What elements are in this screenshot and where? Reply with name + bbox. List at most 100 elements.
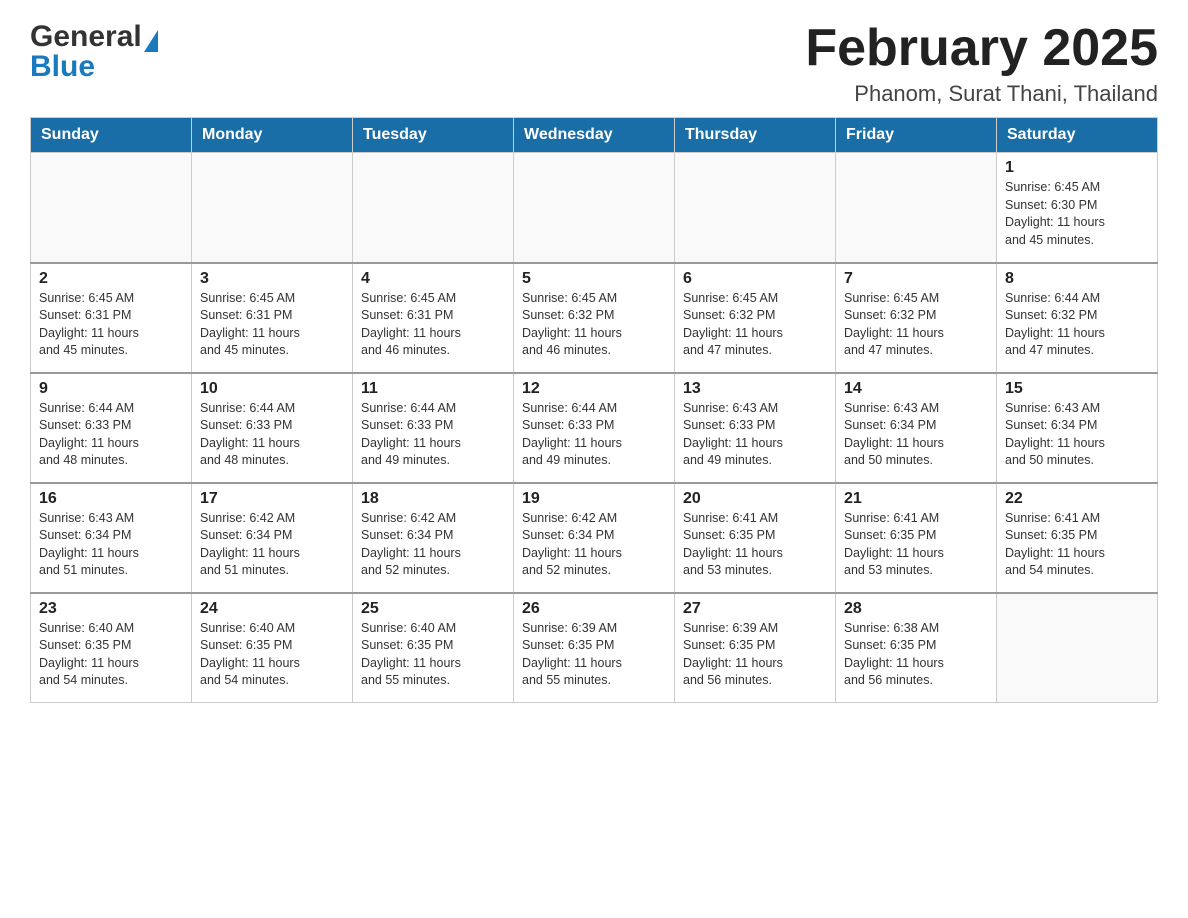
day-number: 21: [844, 490, 988, 508]
calendar-cell: 21 Sunrise: 6:41 AM Sunset: 6:35 PM Dayli…: [836, 483, 997, 593]
calendar-cell: 9 Sunrise: 6:44 AM Sunset: 6:33 PM Daylig…: [31, 373, 192, 483]
calendar-cell: 6 Sunrise: 6:45 AM Sunset: 6:32 PM Daylig…: [675, 263, 836, 373]
calendar-cell: 5Sunrise: 6:45 AM Sunset: 6:32 PM Daylig…: [514, 263, 675, 373]
calendar-cell: 28 Sunrise: 6:38 AM Sunset: 6:35 PM Dayli…: [836, 593, 997, 703]
col-friday: Friday: [836, 118, 997, 153]
day-number: 8: [1005, 270, 1149, 288]
day-info: Sunrise: 6:42 AM Sunset: 6:34 PM Dayligh…: [361, 510, 505, 580]
calendar-cell: 14Sunrise: 6:43 AM Sunset: 6:34 PM Dayli…: [836, 373, 997, 483]
calendar-cell: 11 Sunrise: 6:44 AM Sunset: 6:33 PM Dayli…: [353, 373, 514, 483]
calendar-header-row: Sunday Monday Tuesday Wednesday Thursday…: [31, 118, 1158, 153]
calendar-cell: 18 Sunrise: 6:42 AM Sunset: 6:34 PM Dayli…: [353, 483, 514, 593]
day-number: 20: [683, 490, 827, 508]
calendar-cell: [675, 153, 836, 263]
day-info: Sunrise: 6:43 AM Sunset: 6:34 PM Dayligh…: [1005, 400, 1149, 470]
day-number: 4: [361, 270, 505, 288]
day-number: 2: [39, 270, 183, 288]
day-info: Sunrise: 6:42 AM Sunset: 6:34 PM Dayligh…: [200, 510, 344, 580]
day-info: Sunrise: 6:45 AM Sunset: 6:31 PM Dayligh…: [361, 290, 505, 360]
day-number: 5: [522, 270, 666, 288]
col-thursday: Thursday: [675, 118, 836, 153]
col-saturday: Saturday: [997, 118, 1158, 153]
day-number: 7: [844, 270, 988, 288]
calendar-cell: 10 Sunrise: 6:44 AM Sunset: 6:33 PM Dayli…: [192, 373, 353, 483]
day-number: 24: [200, 600, 344, 618]
week-row-2: 2 Sunrise: 6:45 AM Sunset: 6:31 PM Daylig…: [31, 263, 1158, 373]
calendar-cell: 24 Sunrise: 6:40 AM Sunset: 6:35 PM Dayli…: [192, 593, 353, 703]
day-info: Sunrise: 6:43 AM Sunset: 6:34 PM Dayligh…: [844, 400, 988, 470]
day-info: Sunrise: 6:45 AM Sunset: 6:31 PM Dayligh…: [39, 290, 183, 360]
day-number: 11: [361, 380, 505, 398]
day-number: 28: [844, 600, 988, 618]
calendar-cell: 8 Sunrise: 6:44 AM Sunset: 6:32 PM Daylig…: [997, 263, 1158, 373]
day-number: 18: [361, 490, 505, 508]
week-row-4: 16Sunrise: 6:43 AM Sunset: 6:34 PM Dayli…: [31, 483, 1158, 593]
day-info: Sunrise: 6:44 AM Sunset: 6:33 PM Dayligh…: [522, 400, 666, 470]
week-row-5: 23 Sunrise: 6:40 AM Sunset: 6:35 PM Dayli…: [31, 593, 1158, 703]
day-info: Sunrise: 6:43 AM Sunset: 6:33 PM Dayligh…: [683, 400, 827, 470]
location-subtitle: Phanom, Surat Thani, Thailand: [805, 81, 1158, 107]
day-number: 26: [522, 600, 666, 618]
day-info: Sunrise: 6:39 AM Sunset: 6:35 PM Dayligh…: [683, 620, 827, 690]
calendar-cell: [31, 153, 192, 263]
day-number: 27: [683, 600, 827, 618]
calendar-cell: 1Sunrise: 6:45 AM Sunset: 6:30 PM Daylig…: [997, 153, 1158, 263]
calendar-cell: 19 Sunrise: 6:42 AM Sunset: 6:34 PM Dayli…: [514, 483, 675, 593]
day-info: Sunrise: 6:40 AM Sunset: 6:35 PM Dayligh…: [200, 620, 344, 690]
calendar-cell: 13 Sunrise: 6:43 AM Sunset: 6:33 PM Dayli…: [675, 373, 836, 483]
day-info: Sunrise: 6:41 AM Sunset: 6:35 PM Dayligh…: [1005, 510, 1149, 580]
day-info: Sunrise: 6:40 AM Sunset: 6:35 PM Dayligh…: [39, 620, 183, 690]
day-number: 13: [683, 380, 827, 398]
col-monday: Monday: [192, 118, 353, 153]
day-info: Sunrise: 6:44 AM Sunset: 6:33 PM Dayligh…: [361, 400, 505, 470]
day-info: Sunrise: 6:45 AM Sunset: 6:32 PM Dayligh…: [683, 290, 827, 360]
calendar-cell: [514, 153, 675, 263]
calendar-table: Sunday Monday Tuesday Wednesday Thursday…: [30, 117, 1158, 703]
calendar-cell: 2 Sunrise: 6:45 AM Sunset: 6:31 PM Daylig…: [31, 263, 192, 373]
day-info: Sunrise: 6:44 AM Sunset: 6:33 PM Dayligh…: [200, 400, 344, 470]
col-wednesday: Wednesday: [514, 118, 675, 153]
day-number: 15: [1005, 380, 1149, 398]
calendar-cell: 27 Sunrise: 6:39 AM Sunset: 6:35 PM Dayli…: [675, 593, 836, 703]
title-block: February 2025 Phanom, Surat Thani, Thail…: [805, 20, 1158, 107]
calendar-cell: 7Sunrise: 6:45 AM Sunset: 6:32 PM Daylig…: [836, 263, 997, 373]
logo-blue-text: Blue: [30, 50, 95, 84]
day-number: 23: [39, 600, 183, 618]
day-info: Sunrise: 6:41 AM Sunset: 6:35 PM Dayligh…: [844, 510, 988, 580]
day-number: 6: [683, 270, 827, 288]
day-info: Sunrise: 6:39 AM Sunset: 6:35 PM Dayligh…: [522, 620, 666, 690]
day-info: Sunrise: 6:45 AM Sunset: 6:31 PM Dayligh…: [200, 290, 344, 360]
day-info: Sunrise: 6:42 AM Sunset: 6:34 PM Dayligh…: [522, 510, 666, 580]
calendar-cell: [997, 593, 1158, 703]
day-number: 22: [1005, 490, 1149, 508]
logo: General Blue: [30, 20, 158, 84]
day-info: Sunrise: 6:41 AM Sunset: 6:35 PM Dayligh…: [683, 510, 827, 580]
day-number: 17: [200, 490, 344, 508]
logo-general-text: General: [30, 20, 142, 54]
day-number: 12: [522, 380, 666, 398]
calendar-cell: [353, 153, 514, 263]
calendar-cell: [836, 153, 997, 263]
calendar-cell: 17 Sunrise: 6:42 AM Sunset: 6:34 PM Dayli…: [192, 483, 353, 593]
day-number: 10: [200, 380, 344, 398]
month-title: February 2025: [805, 20, 1158, 77]
calendar-cell: 4 Sunrise: 6:45 AM Sunset: 6:31 PM Daylig…: [353, 263, 514, 373]
day-number: 16: [39, 490, 183, 508]
calendar-cell: 26 Sunrise: 6:39 AM Sunset: 6:35 PM Dayli…: [514, 593, 675, 703]
day-info: Sunrise: 6:44 AM Sunset: 6:32 PM Dayligh…: [1005, 290, 1149, 360]
day-info: Sunrise: 6:44 AM Sunset: 6:33 PM Dayligh…: [39, 400, 183, 470]
week-row-3: 9 Sunrise: 6:44 AM Sunset: 6:33 PM Daylig…: [31, 373, 1158, 483]
day-number: 1: [1005, 159, 1149, 177]
day-number: 9: [39, 380, 183, 398]
day-number: 19: [522, 490, 666, 508]
col-sunday: Sunday: [31, 118, 192, 153]
day-info: Sunrise: 6:38 AM Sunset: 6:35 PM Dayligh…: [844, 620, 988, 690]
day-info: Sunrise: 6:40 AM Sunset: 6:35 PM Dayligh…: [361, 620, 505, 690]
logo-triangle-icon: [144, 30, 158, 52]
day-number: 3: [200, 270, 344, 288]
calendar-cell: 25 Sunrise: 6:40 AM Sunset: 6:35 PM Dayli…: [353, 593, 514, 703]
calendar-cell: 22 Sunrise: 6:41 AM Sunset: 6:35 PM Dayli…: [997, 483, 1158, 593]
col-tuesday: Tuesday: [353, 118, 514, 153]
day-number: 25: [361, 600, 505, 618]
calendar-cell: [192, 153, 353, 263]
